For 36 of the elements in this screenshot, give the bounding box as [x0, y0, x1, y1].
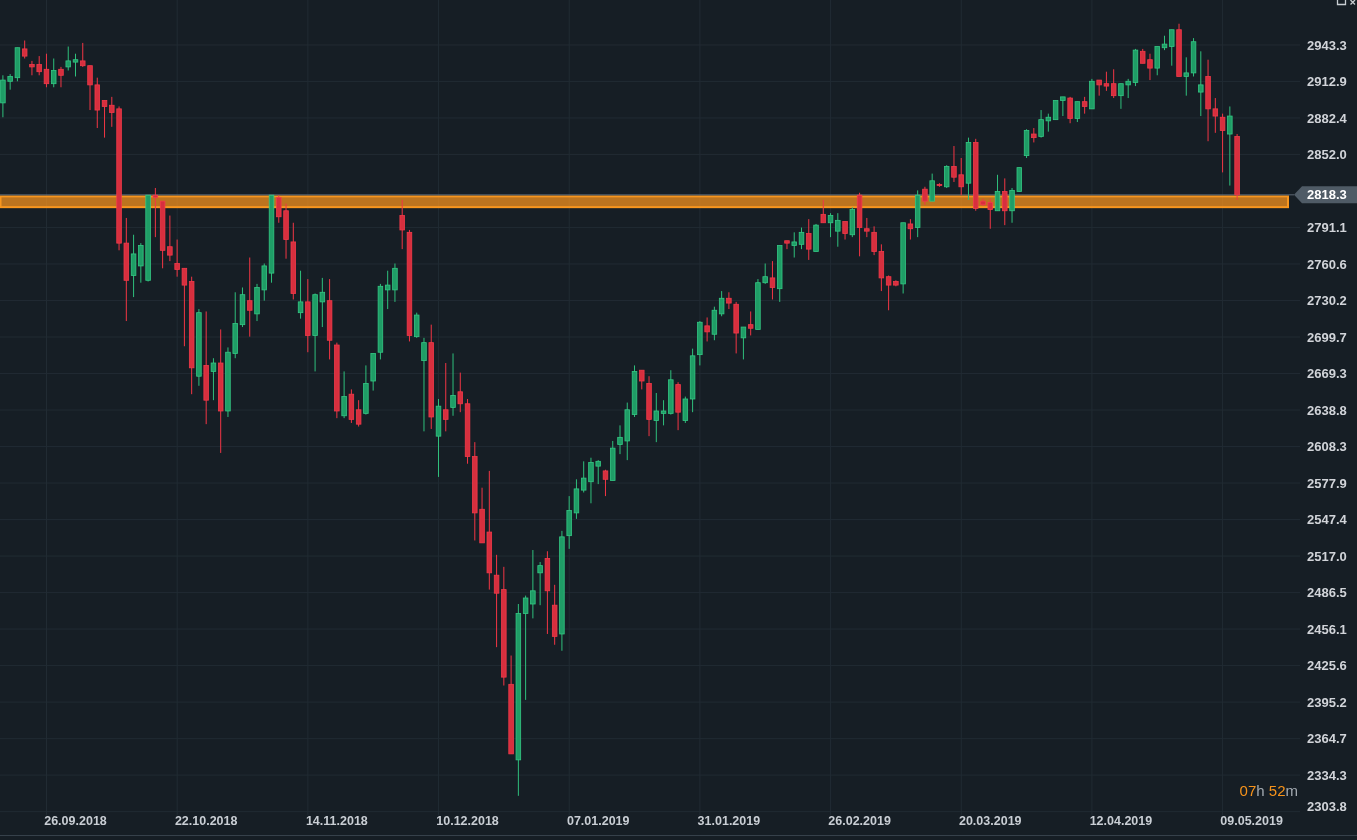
date-label: 12.04.2019 — [1089, 814, 1153, 828]
ref-line-label: 2818.3 — [1307, 187, 1347, 203]
price-label: 2699.7 — [1307, 329, 1347, 345]
price-label: 2638.8 — [1307, 402, 1347, 418]
price-label: 2943.3 — [1307, 37, 1347, 53]
date-label: 31.01.2019 — [697, 814, 761, 828]
date-label: 14.11.2018 — [305, 814, 368, 828]
price-label: 2486.5 — [1307, 585, 1347, 601]
date-label: 26.02.2019 — [828, 814, 891, 828]
countdown-timer: 07h 52m — [1239, 782, 1298, 799]
price-label: 2334.3 — [1307, 767, 1347, 783]
price-label: 2730.2 — [1307, 293, 1347, 309]
date-label: 20.03.2019 — [959, 814, 1022, 828]
price-label: 2547.4 — [1307, 512, 1347, 528]
close-icon[interactable] — [1349, 0, 1356, 6]
price-label: 2364.7 — [1307, 731, 1347, 747]
price-label: 2425.6 — [1307, 658, 1347, 674]
date-label: 09.05.2019 — [1220, 814, 1283, 828]
price-label: 2303.8 — [1307, 798, 1347, 814]
price-label: 2882.4 — [1307, 110, 1347, 126]
price-label: 2912.9 — [1307, 74, 1347, 89]
price-label: 2395.2 — [1307, 694, 1347, 710]
price-label: 2760.6 — [1307, 256, 1347, 272]
price-label: 2456.1 — [1307, 621, 1347, 637]
date-label: 26.09.2018 — [44, 814, 107, 828]
date-label: 22.10.2018 — [174, 814, 238, 828]
maximize-icon[interactable] — [1336, 0, 1347, 6]
price-label: 2608.3 — [1307, 439, 1347, 455]
price-label: 2517.0 — [1307, 548, 1347, 564]
date-label: 07.01.2019 — [566, 814, 630, 828]
price-label: 2852.0 — [1307, 147, 1347, 162]
price-label: 2577.9 — [1307, 475, 1347, 491]
price-label: 2669.3 — [1307, 366, 1347, 382]
price-label: 2791.1 — [1307, 220, 1347, 236]
date-label: 10.12.2018 — [436, 814, 499, 828]
price-tag: 2818.3 — [1294, 186, 1357, 204]
